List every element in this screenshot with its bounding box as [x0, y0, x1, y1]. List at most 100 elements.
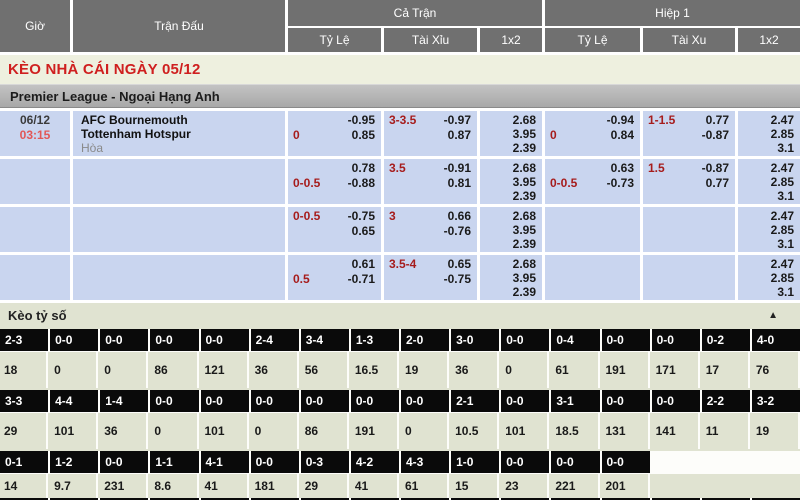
odds-value[interactable]: 0.77	[706, 113, 729, 128]
score-odds-cell[interactable]: 36	[451, 352, 499, 388]
score-cell[interactable]: 0-4	[551, 329, 599, 351]
score-odds-cell[interactable]: 16.5	[351, 352, 399, 388]
score-odds-cell[interactable]: 0	[50, 352, 98, 388]
odds-2[interactable]: 2.39	[480, 237, 536, 251]
score-cell[interactable]: 2-4	[251, 329, 299, 351]
half-handicap-cell[interactable]	[545, 207, 640, 252]
score-cell[interactable]: 0-0	[201, 390, 249, 412]
full-overunder-cell[interactable]: 30.66 -0.76	[384, 207, 477, 252]
full-handicap-cell[interactable]: -0.95 00.85	[288, 111, 381, 156]
odds-value[interactable]: -0.95	[348, 113, 375, 128]
score-odds-cell[interactable]: 0	[501, 352, 549, 388]
score-cell[interactable]: 2-0	[401, 329, 449, 351]
half-1x2-cell[interactable]: 2.47 2.85 3.1	[738, 159, 800, 204]
score-cell[interactable]: 0-0	[401, 390, 449, 412]
half-1x2-cell[interactable]: 2.47 2.85 3.1	[738, 111, 800, 156]
odds-value[interactable]: 0.78	[352, 161, 375, 176]
score-cell[interactable]: 4-4	[50, 390, 98, 412]
score-odds-cell[interactable]: 101	[201, 413, 249, 449]
odds-value[interactable]: -0.91	[444, 161, 471, 176]
odds-value[interactable]: -0.73	[607, 176, 634, 191]
score-cell[interactable]: 4-0	[752, 329, 800, 351]
odds-1[interactable]: 2.47	[738, 209, 794, 223]
score-cell[interactable]: 0-0	[201, 329, 249, 351]
score-odds-cell[interactable]: 18.5	[551, 413, 599, 449]
score-cell[interactable]: 0-0	[351, 390, 399, 412]
score-odds-cell[interactable]: 101	[50, 413, 98, 449]
score-odds-cell[interactable]: 9.7	[50, 474, 98, 498]
odds-1[interactable]: 2.47	[738, 161, 794, 175]
odds-1[interactable]: 2.68	[480, 257, 536, 271]
odds-value[interactable]: 0.77	[706, 176, 729, 191]
score-cell[interactable]: 2-2	[702, 390, 750, 412]
score-odds-cell[interactable]: 29	[301, 474, 349, 498]
odds-1[interactable]: 2.47	[738, 113, 794, 127]
odds-value[interactable]: -0.87	[702, 128, 729, 143]
full-handicap-cell[interactable]: 0-0.5-0.75 0.65	[288, 207, 381, 252]
half-overunder-cell[interactable]: 1-1.50.77 -0.87	[643, 111, 735, 156]
score-cell[interactable]: 0-0	[602, 390, 650, 412]
odds-value[interactable]: -0.94	[607, 113, 634, 128]
odds-2[interactable]: 2.39	[480, 285, 536, 299]
score-cell[interactable]: 0-0	[251, 451, 299, 473]
score-cell[interactable]: 0-0	[602, 329, 650, 351]
score-odds-cell[interactable]: 19	[401, 352, 449, 388]
score-cell[interactable]: 0-0	[100, 451, 148, 473]
score-cell[interactable]: 0-1	[0, 451, 48, 473]
half-1x2-cell[interactable]: 2.47 2.85 3.1	[738, 207, 800, 252]
score-odds-cell[interactable]: 86	[150, 352, 198, 388]
score-cell[interactable]: 0-0	[501, 390, 549, 412]
score-cell[interactable]: 3-4	[301, 329, 349, 351]
full-1x2-cell[interactable]: 2.68 3.95 2.39	[480, 111, 542, 156]
full-1x2-cell[interactable]: 2.68 3.95 2.39	[480, 159, 542, 204]
score-odds-cell[interactable]: 15	[451, 474, 499, 498]
half-handicap-cell[interactable]	[545, 255, 640, 300]
full-overunder-cell[interactable]: 3.5-40.65 -0.75	[384, 255, 477, 300]
score-cell[interactable]: 1-4	[100, 390, 148, 412]
score-cell[interactable]: 0-0	[150, 329, 198, 351]
odds-x[interactable]: 3.95	[480, 223, 536, 237]
score-odds-cell[interactable]: 181	[251, 474, 299, 498]
score-odds-cell[interactable]: 56	[301, 352, 349, 388]
score-odds-cell[interactable]: 8.6	[150, 474, 198, 498]
score-odds-cell[interactable]: 36	[100, 413, 148, 449]
odds-value[interactable]: -0.88	[348, 176, 375, 191]
score-cell[interactable]: 1-2	[50, 451, 98, 473]
score-odds-cell[interactable]: 221	[551, 474, 599, 498]
score-cell[interactable]: 3-3	[0, 390, 48, 412]
match-teams-cell[interactable]: AFC Bournemouth Tottenham Hotspur Hòa	[73, 111, 285, 156]
odds-value[interactable]: 0.87	[448, 128, 471, 143]
odds-value[interactable]: -0.76	[444, 224, 471, 239]
full-overunder-cell[interactable]: 3.5-0.91 0.81	[384, 159, 477, 204]
half-handicap-cell[interactable]: -0.94 00.84	[545, 111, 640, 156]
score-odds-cell[interactable]: 231	[100, 474, 148, 498]
odds-2[interactable]: 3.1	[738, 237, 794, 251]
full-overunder-cell[interactable]: 3-3.5-0.97 0.87	[384, 111, 477, 156]
score-cell[interactable]: 1-1	[150, 451, 198, 473]
match-teams-cell[interactable]	[73, 159, 285, 204]
score-odds-cell[interactable]: 11	[702, 413, 750, 449]
score-cell[interactable]: 0-0	[501, 329, 549, 351]
odds-value[interactable]: -0.75	[444, 272, 471, 287]
score-cell[interactable]: 1-0	[451, 451, 499, 473]
score-odds-cell[interactable]: 131	[602, 413, 650, 449]
odds-2[interactable]: 3.1	[738, 141, 794, 155]
score-odds-cell[interactable]: 191	[602, 352, 650, 388]
odds-value[interactable]: -0.71	[348, 272, 375, 287]
odds-x[interactable]: 3.95	[480, 175, 536, 189]
odds-value[interactable]: 0.61	[352, 257, 375, 272]
full-handicap-cell[interactable]: 0.78 0-0.5-0.88	[288, 159, 381, 204]
odds-value[interactable]: 0.65	[352, 224, 375, 239]
score-odds-cell[interactable]: 141	[652, 413, 700, 449]
odds-2[interactable]: 2.39	[480, 141, 536, 155]
score-odds-cell[interactable]: 76	[752, 352, 800, 388]
odds-1[interactable]: 2.68	[480, 113, 536, 127]
score-odds-cell[interactable]: 121	[201, 352, 249, 388]
score-cell[interactable]: 0-0	[652, 329, 700, 351]
odds-x[interactable]: 2.85	[738, 127, 794, 141]
odds-x[interactable]: 3.95	[480, 271, 536, 285]
odds-value[interactable]: -0.87	[702, 161, 729, 176]
score-cell[interactable]: 0-0	[50, 329, 98, 351]
odds-value[interactable]: 0.84	[611, 128, 634, 143]
half-overunder-cell[interactable]	[643, 207, 735, 252]
